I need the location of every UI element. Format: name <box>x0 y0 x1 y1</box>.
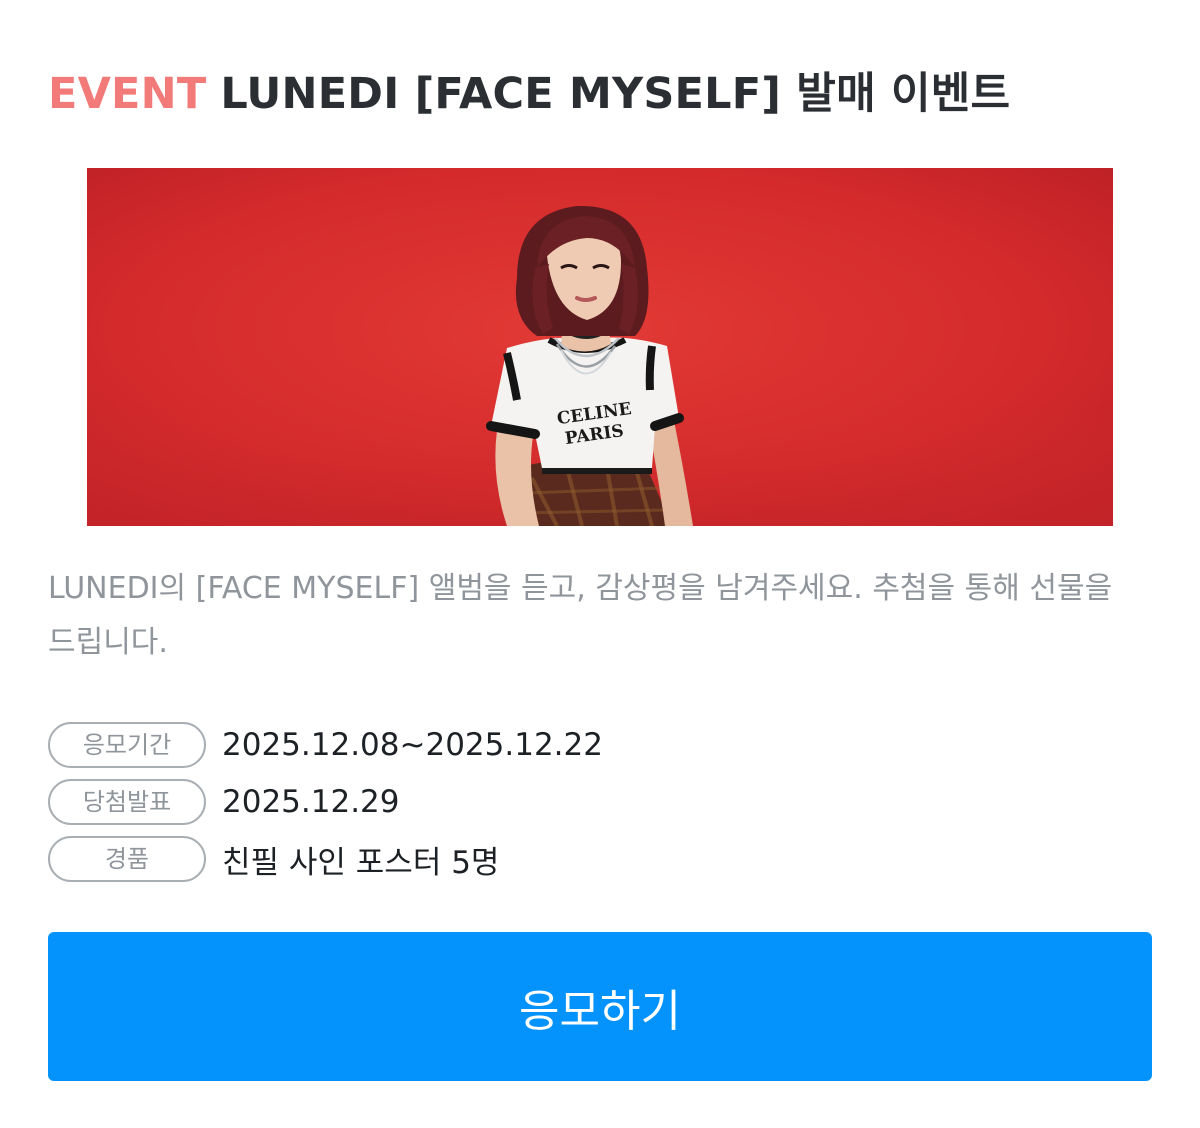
info-row-period: 응모기간 2025.12.08~2025.12.22 <box>48 722 603 768</box>
prize-label-badge: 경품 <box>48 836 206 882</box>
info-row-prize: 경품 친필 사인 포스터 5명 <box>48 836 499 882</box>
event-title-text: LUNEDI [FACE MYSELF] 발매 이벤트 <box>220 69 1011 119</box>
event-page: EVENT LUNEDI [FACE MYSELF] 발매 이벤트 CELINE… <box>0 0 1200 1128</box>
announcement-value: 2025.12.29 <box>222 784 400 820</box>
prize-value: 친필 사인 포스터 5명 <box>222 844 500 881</box>
period-label-badge: 응모기간 <box>48 722 206 768</box>
event-title: EVENT LUNEDI [FACE MYSELF] 발매 이벤트 <box>48 64 1010 124</box>
apply-button[interactable]: 응모하기 <box>48 932 1152 1081</box>
event-description: LUNEDI의 [FACE MYSELF] 앨범을 듣고, 감상평을 남겨주세요… <box>48 571 1113 660</box>
announcement-label-badge: 당첨발표 <box>48 779 206 825</box>
event-banner-image: CELINE PARIS <box>87 168 1113 526</box>
info-row-announcement: 당첨발표 2025.12.29 <box>48 779 400 825</box>
period-value: 2025.12.08~2025.12.22 <box>222 727 603 763</box>
event-tag: EVENT <box>48 69 207 119</box>
